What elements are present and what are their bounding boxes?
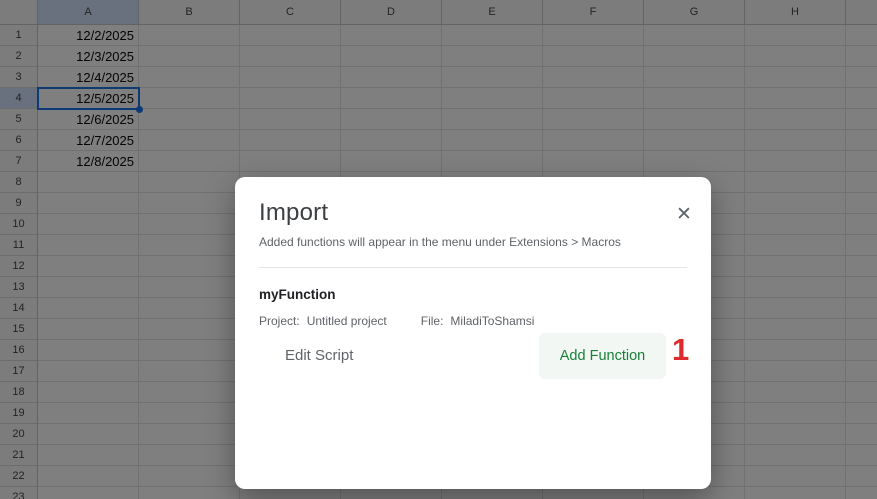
screenshot-root: ABCDEFGH112/2/2025212/3/2025312/4/202541… [0, 0, 877, 499]
function-name: myFunction [259, 287, 336, 302]
annotation-step-1: 1 [672, 332, 690, 367]
project-label: Project: [259, 314, 300, 328]
edit-script-button[interactable]: Edit Script [269, 339, 369, 372]
close-icon[interactable]: ✕ [671, 201, 697, 227]
function-meta: Project: Untitled project File: MiladiToSha… [259, 314, 534, 328]
dialog-title: Import [259, 199, 329, 226]
import-dialog: Import ✕ Added functions will appear in … [235, 177, 711, 489]
file-label: File: [420, 314, 444, 328]
file-value: MiladiToShamsi [450, 314, 535, 328]
dialog-subtitle: Added functions will appear in the menu … [259, 235, 621, 249]
add-function-button[interactable]: Add Function [539, 333, 666, 379]
project-value: Untitled project [306, 314, 387, 328]
dialog-divider [259, 267, 687, 268]
